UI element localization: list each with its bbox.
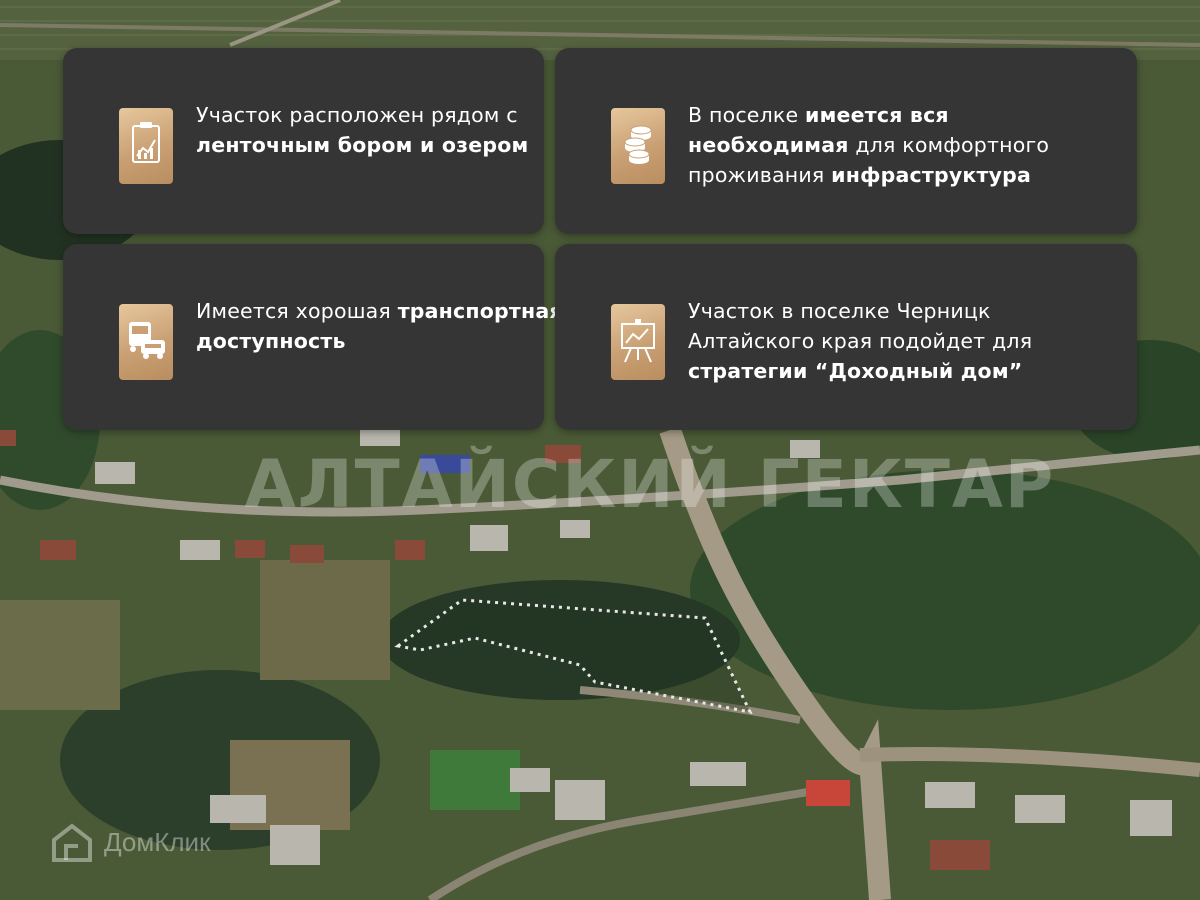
text-run: ленточным бором и озером [196,133,529,157]
chart-clipboard-icon [119,108,173,184]
house-logo-icon [52,823,92,862]
watermark-text: АЛТАЙСКИЙ ГЕКТАР [244,446,1056,523]
transport-icon [119,304,173,380]
text-run: В поселке [688,103,806,127]
presentation-board-icon [611,304,665,380]
text-run: Участок расположен рядом с [196,103,518,127]
card-location-text: Участок расположен рядом с ленточным бор… [196,100,596,160]
domclick-logo: ДомКлик [48,818,210,866]
card-transport: Имеется хорошая транспортная доступность [63,244,563,430]
coins-icon [611,108,665,184]
card-infrastructure: В поселке имеется вся необходимая для ко… [555,48,1137,234]
card-strategy: Участок в поселке Черницк Алтайского кра… [555,244,1137,430]
card-infrastructure-text: В поселке имеется вся необходимая для ко… [688,100,1108,190]
card-transport-text: Имеется хорошая транспортная доступность [196,296,596,356]
text-run: инфраструктура [831,163,1032,187]
card-strategy-text: Участок в поселке Черницк Алтайского кра… [688,296,1108,386]
logo-text: ДомКлик [104,826,211,857]
text-run: Участок в поселке Черницк Алтайского кра… [688,299,1033,353]
card-location: Участок расположен рядом с ленточным бор… [63,48,544,234]
text-run: стратегии “Доходный дом” [688,359,1023,383]
text-run: Имеется хорошая [196,299,398,323]
